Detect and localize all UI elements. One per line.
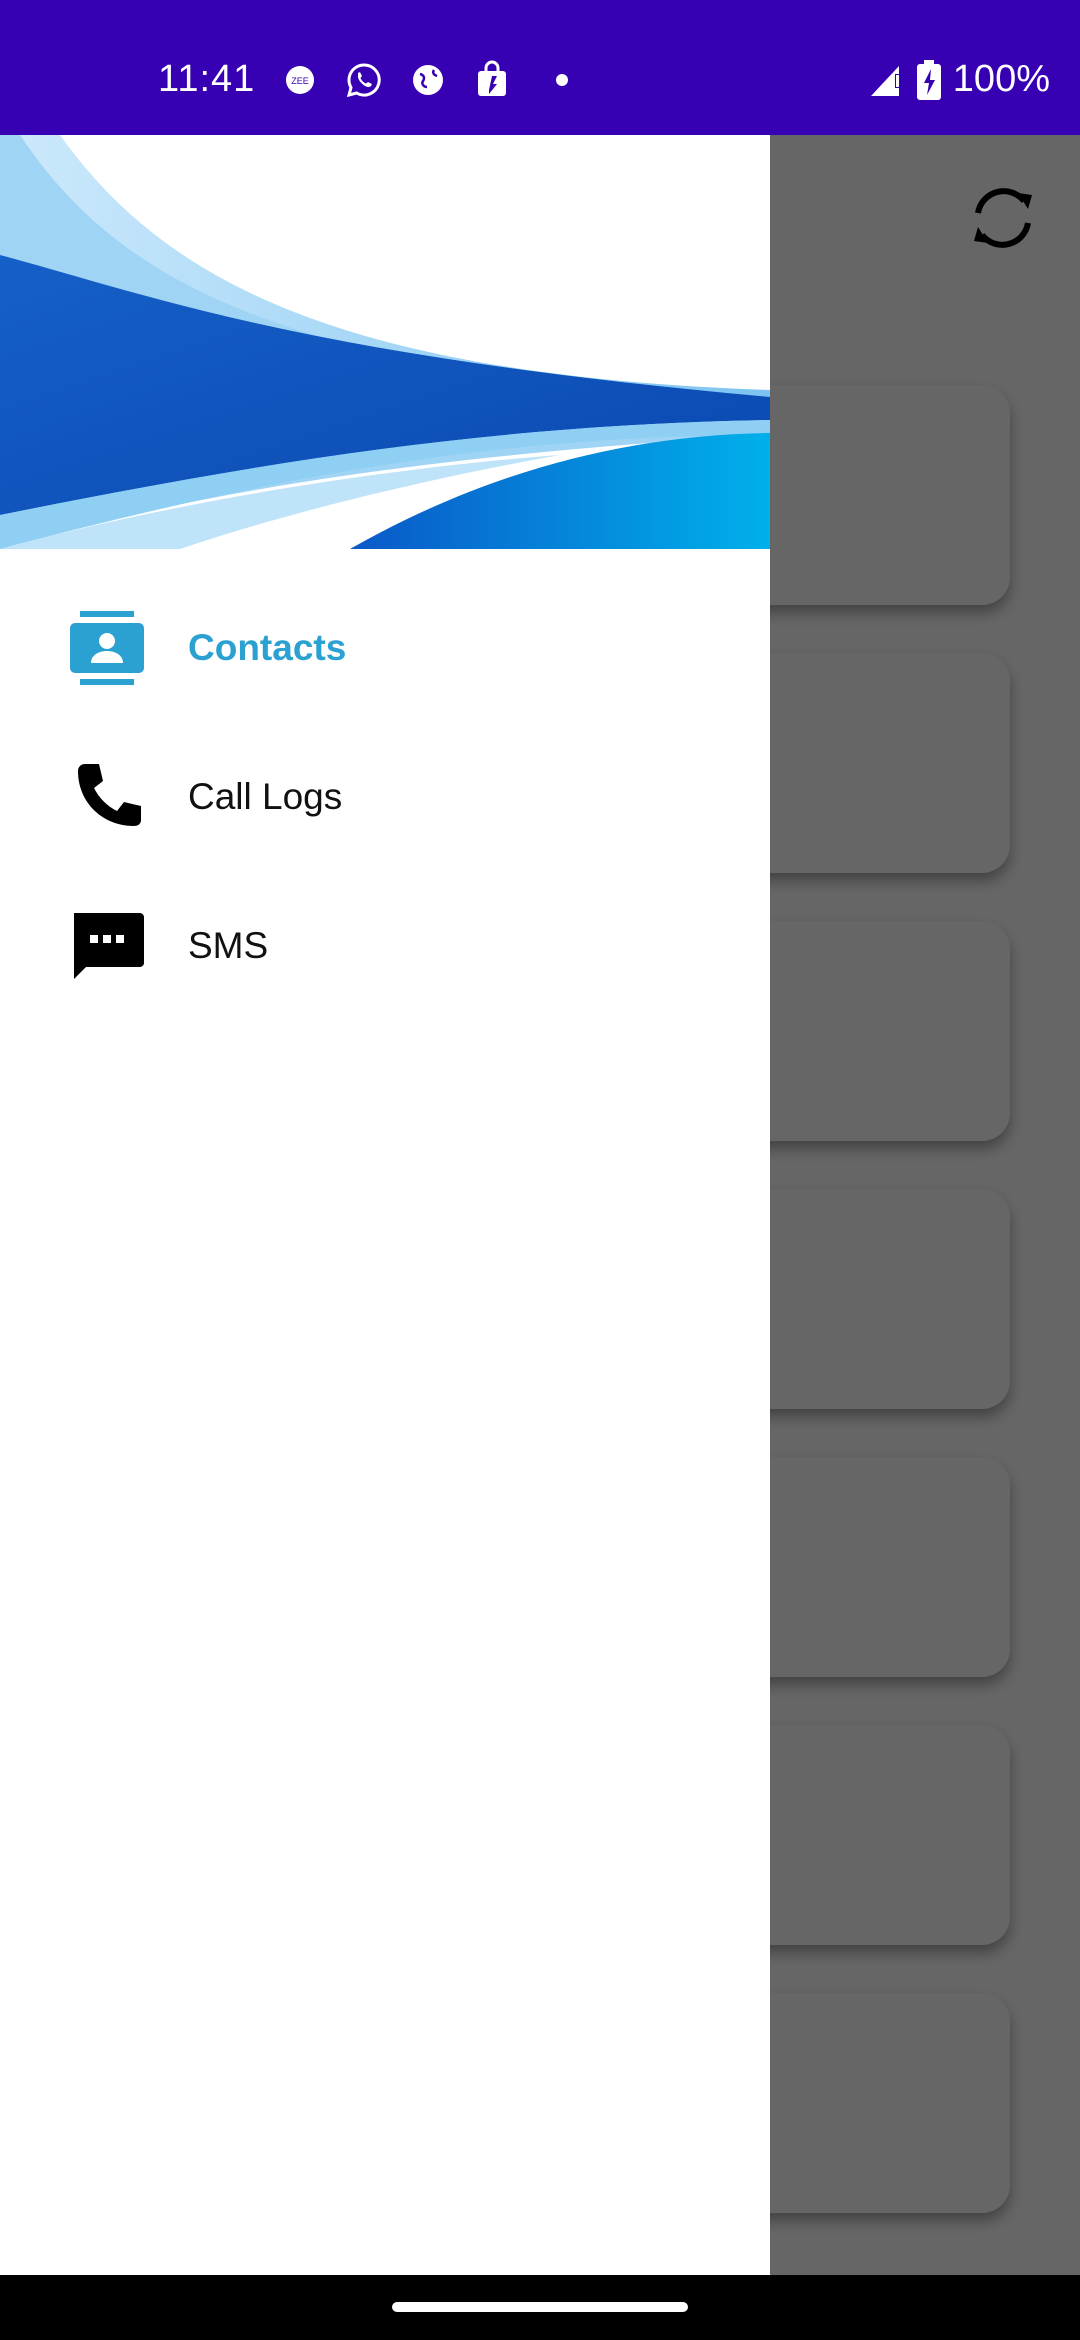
status-time: 11:41 — [158, 58, 256, 100]
battery-charging-icon — [916, 59, 941, 100]
system-navigation-bar — [0, 2275, 1080, 2340]
drawer-header-image — [0, 135, 770, 549]
notification-icons: ZEE — [280, 60, 568, 100]
zee5-icon: ZEE — [286, 66, 314, 94]
whatsapp-icon — [346, 63, 381, 98]
drawer-item-label: Call Logs — [188, 776, 343, 817]
phone-icon — [78, 764, 141, 826]
svg-text:ZEE: ZEE — [291, 76, 309, 86]
sms-icon — [74, 913, 144, 979]
drawer-item-label: Contacts — [188, 627, 347, 668]
navigation-drawer: Contacts Call Logs SMS — [0, 135, 770, 2275]
shopping-bag-icon — [478, 60, 506, 96]
status-bar: 11:41 ZEE 100% — [0, 0, 1080, 135]
contacts-icon — [70, 611, 144, 685]
notification-dot-icon — [556, 74, 568, 86]
drawer-item-call-logs[interactable]: Call Logs — [0, 727, 770, 867]
home-gesture-handle[interactable] — [392, 2302, 688, 2312]
drawer-item-contacts[interactable]: Contacts — [0, 578, 770, 718]
system-icons: 100% — [869, 58, 1050, 101]
drawer-item-label: SMS — [188, 925, 269, 966]
globe-icon — [413, 65, 443, 95]
drawer-item-sms[interactable]: SMS — [0, 876, 770, 1016]
battery-percent: 100% — [952, 58, 1050, 100]
signal-icon — [870, 65, 900, 96]
